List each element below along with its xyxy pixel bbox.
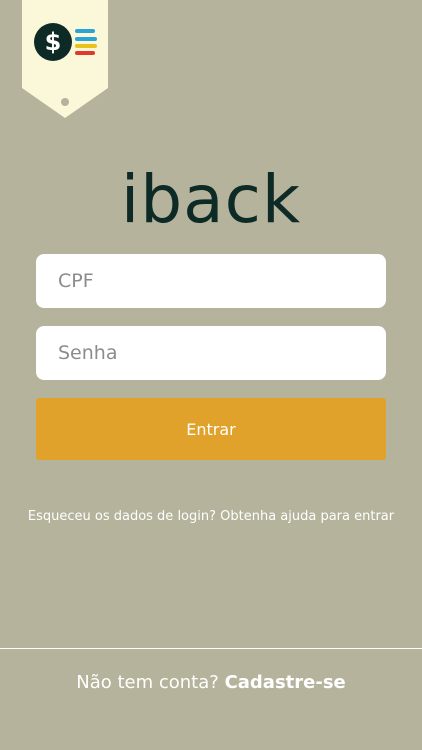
brand-badge: $ (22, 0, 108, 118)
signup-link[interactable]: Cadastre-se (225, 672, 346, 693)
signup-prompt-text: Não tem conta? (76, 672, 219, 693)
login-button[interactable]: Entrar (36, 398, 386, 460)
dollar-coin-icon: $ (34, 23, 72, 61)
badge-symbol: $ (45, 28, 62, 56)
password-input[interactable] (36, 326, 386, 380)
footer-divider (0, 648, 422, 649)
login-help-link[interactable]: Esqueceu os dados de login? Obtenha ajud… (0, 508, 422, 526)
cpf-input[interactable] (36, 254, 386, 308)
signup-prompt: Não tem conta? Cadastre-se (0, 670, 422, 696)
brand-logo: iback (120, 161, 302, 238)
